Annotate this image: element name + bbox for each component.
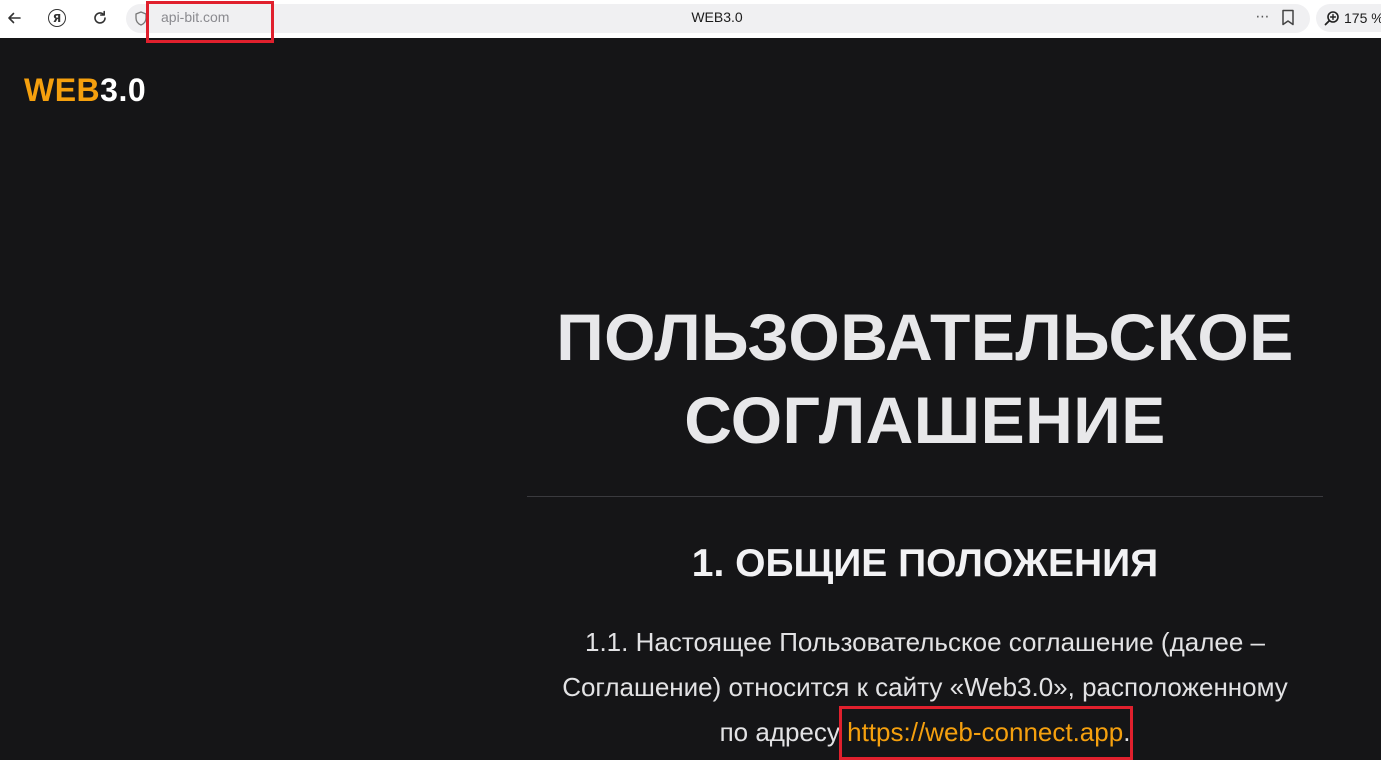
para-line3-prefix: по адресу: [719, 717, 848, 747]
zoom-indicator[interactable]: 175 %: [1316, 4, 1381, 32]
site-logo[interactable]: WEB3.0: [24, 72, 146, 109]
para-line2: Соглашение) относится к сайту «Web3.0», …: [562, 672, 1288, 702]
link-wrapper: https://web-connect.app: [839, 706, 1134, 760]
page-title: ПОЛЬЗОВАТЕЛЬСКОЕ СОГЛАШЕНИЕ: [527, 296, 1323, 462]
section-heading: 1. ОБЩИЕ ПОЛОЖЕНИЯ: [691, 542, 1159, 585]
zoom-icon: [1324, 11, 1339, 26]
page-title-line2: СОГЛАШЕНИЕ: [684, 383, 1166, 457]
browser-toolbar: Я api-bit.com WEB3.0 ⋯ 175 %: [0, 0, 1381, 43]
zoom-level: 175 %: [1344, 10, 1381, 26]
address-highlight-box: [146, 1, 274, 43]
bookmark-button[interactable]: [1281, 9, 1299, 28]
agreement-paragraph: 1.1. Настоящее Пользовательское соглашен…: [527, 620, 1323, 760]
web-page: WEB3.0 ПОЛЬЗОВАТЕЛЬСКОЕ СОГЛАШЕНИЕ 1. ОБ…: [0, 38, 1381, 760]
para-line1: 1.1. Настоящее Пользовательское соглашен…: [585, 627, 1265, 657]
para-line3-suffix: .: [1123, 717, 1131, 747]
logo-part-web: WEB: [24, 72, 101, 108]
logo-part-version: 3.0: [100, 72, 147, 108]
site-url-link[interactable]: https://web-connect.app: [847, 717, 1123, 747]
divider: [527, 496, 1323, 497]
bookmark-icon: [1282, 9, 1294, 26]
page-title-line1: ПОЛЬЗОВАТЕЛЬСКОЕ: [556, 300, 1294, 374]
more-options-button[interactable]: ⋯: [1252, 8, 1274, 28]
